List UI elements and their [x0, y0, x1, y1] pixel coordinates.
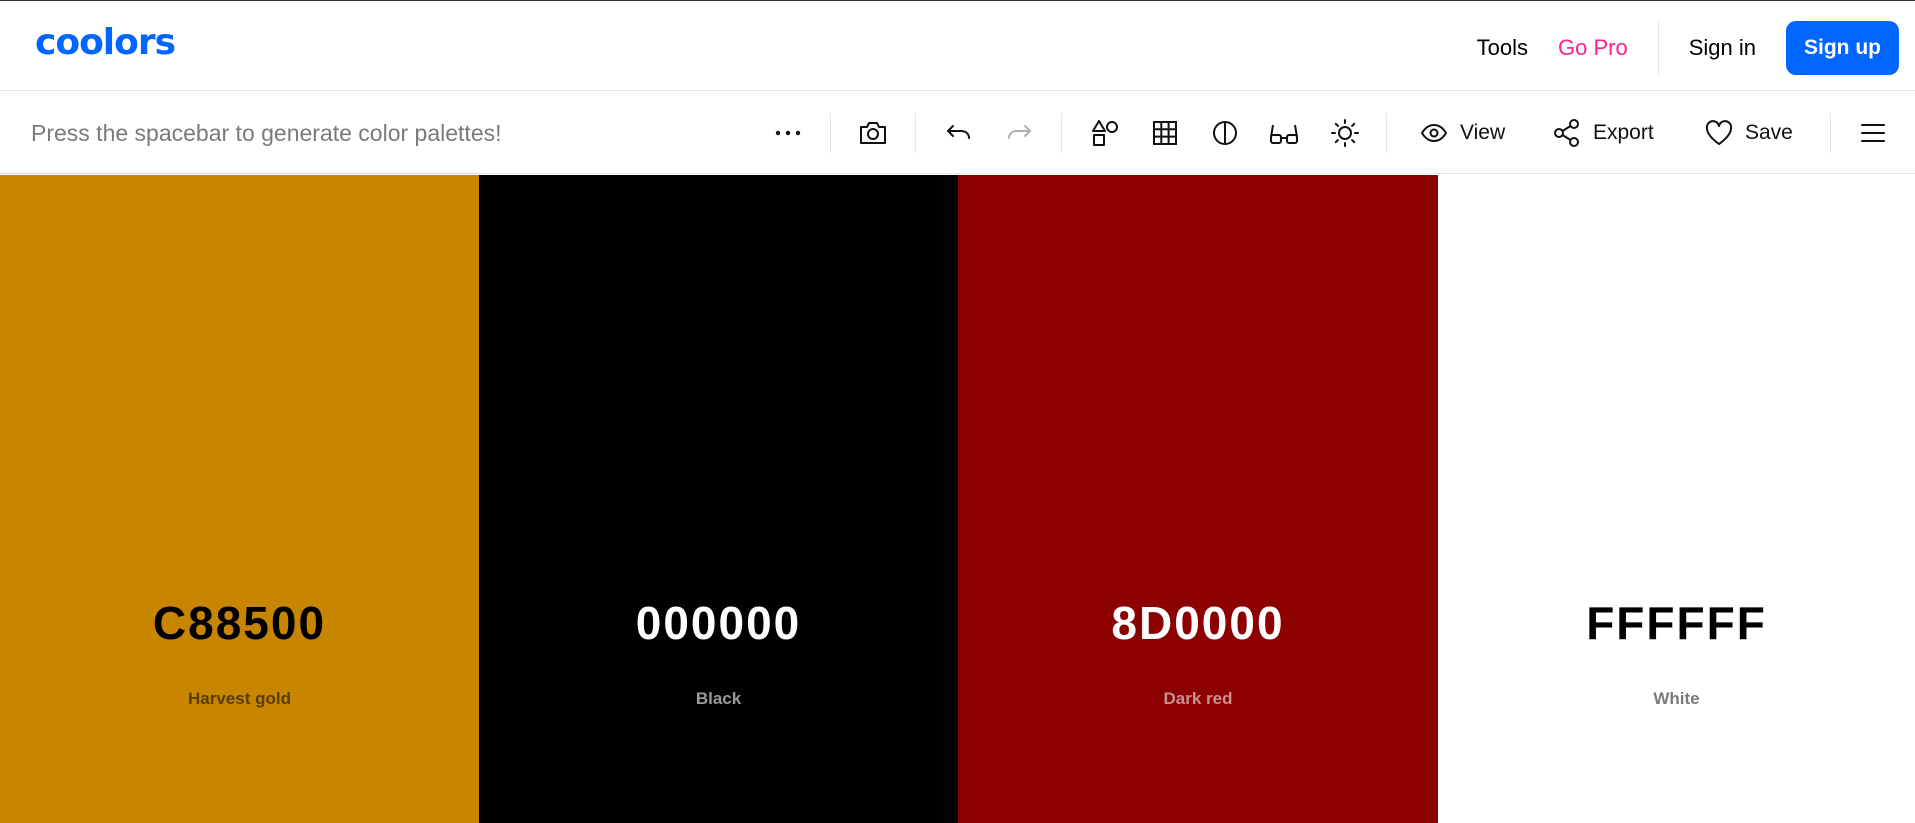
save-button[interactable]: Save [1705, 92, 1805, 174]
hex-code[interactable]: 000000 [479, 597, 958, 649]
nav-actions: Tools Go Pro Sign in Sign up [1477, 21, 1899, 75]
color-swatch[interactable]: FFFFFF White [1438, 175, 1915, 823]
shapes-icon [1092, 120, 1118, 146]
grid-icon [1153, 121, 1177, 145]
save-label: Save [1745, 121, 1793, 144]
top-navbar: coolors Tools Go Pro Sign in Sign up [0, 1, 1915, 91]
nav-divider [1657, 21, 1659, 75]
color-blindness-button[interactable] [1268, 92, 1300, 174]
hex-code[interactable]: 8D0000 [958, 597, 1438, 649]
undo-icon [947, 125, 970, 139]
share-icon [1554, 119, 1579, 147]
contrast-icon [1213, 121, 1237, 145]
generator-toolbar: Press the spacebar to generate color pal… [0, 92, 1915, 174]
sign-in-link[interactable]: Sign in [1689, 35, 1756, 61]
hex-code[interactable]: FFFFFF [1438, 597, 1915, 649]
glasses-icon [1270, 124, 1298, 144]
color-name[interactable]: White [1438, 687, 1915, 711]
logo-text: coolors [35, 22, 176, 63]
toolbar-divider [915, 113, 916, 153]
sign-up-button[interactable]: Sign up [1786, 21, 1899, 75]
view-label: View [1460, 121, 1506, 144]
eye-icon [1420, 123, 1448, 143]
sun-icon [1331, 119, 1359, 147]
hamburger-menu-icon [1861, 124, 1885, 142]
heart-icon [1705, 120, 1733, 145]
brightness-button[interactable] [1329, 92, 1361, 174]
color-swatch[interactable]: 8D0000 Dark red [958, 175, 1438, 823]
toolbar-divider [1386, 113, 1387, 153]
color-swatch[interactable]: 000000 Black [479, 175, 958, 823]
redo-button[interactable] [1004, 92, 1034, 174]
view-button[interactable]: View [1420, 92, 1520, 174]
color-palette: C88500 Harvest gold 000000 Black 8D0000 … [0, 175, 1915, 823]
export-button[interactable]: Export [1553, 92, 1673, 174]
camera-button[interactable] [857, 92, 889, 174]
spacebar-hint: Press the spacebar to generate color pal… [31, 119, 502, 146]
coolors-logo[interactable]: coolors [35, 22, 176, 63]
redo-icon [1008, 125, 1031, 139]
menu-button[interactable] [1858, 92, 1888, 174]
contrast-button[interactable] [1210, 92, 1240, 174]
go-pro-link[interactable]: Go Pro [1558, 35, 1628, 61]
export-label: Export [1593, 121, 1654, 144]
color-name[interactable]: Dark red [958, 687, 1438, 711]
toolbar-divider [830, 113, 831, 153]
camera-icon [860, 122, 886, 144]
toolbar-divider [1830, 113, 1831, 153]
color-name[interactable]: Black [479, 687, 958, 711]
undo-button[interactable] [944, 92, 974, 174]
toolbar-divider [1061, 113, 1062, 153]
color-name[interactable]: Harvest gold [0, 687, 479, 711]
grid-button[interactable] [1150, 92, 1180, 174]
tools-link[interactable]: Tools [1477, 35, 1528, 61]
more-options-button[interactable] [772, 92, 804, 174]
hex-code[interactable]: C88500 [0, 597, 479, 649]
more-dots-icon [775, 130, 801, 136]
color-swatch[interactable]: C88500 Harvest gold [0, 175, 479, 823]
shapes-button[interactable] [1090, 92, 1120, 174]
